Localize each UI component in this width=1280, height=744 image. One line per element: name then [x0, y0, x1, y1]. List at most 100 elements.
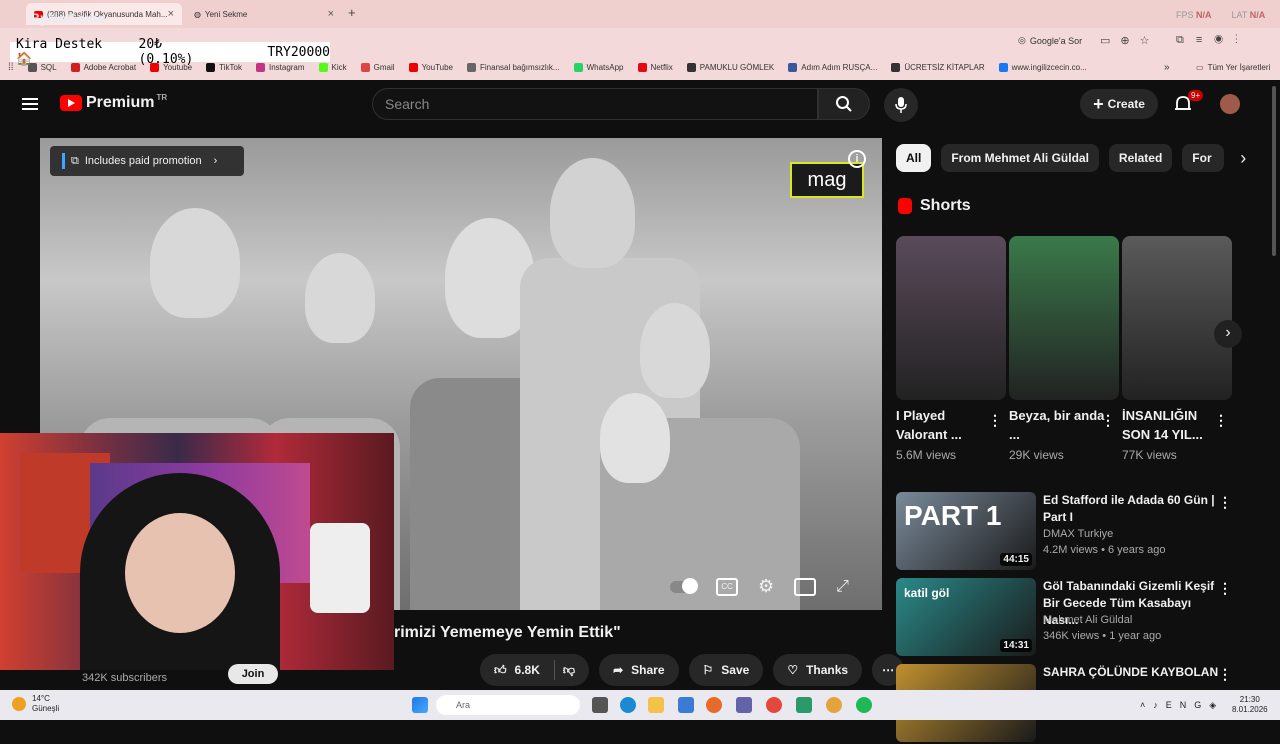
- bookmark-item[interactable]: Instagram: [255, 62, 305, 72]
- miniplayer-icon[interactable]: [794, 577, 817, 596]
- clock[interactable]: 21:30 8.01.2026: [1232, 695, 1268, 715]
- short-thumbnail[interactable]: [896, 236, 1006, 400]
- youtube-header: Premium TR Search + Create 9+: [0, 80, 1280, 130]
- apps-icon[interactable]: ⁞⁞: [8, 62, 14, 73]
- paid-promotion-badge[interactable]: ⧉ Includes paid promotion ›: [50, 146, 244, 176]
- bookmark-item[interactable]: Netflix: [637, 62, 673, 72]
- bookmark-item[interactable]: ÜCRETSİZ KİTAPLAR: [891, 62, 985, 72]
- like-button[interactable]: 👍︎ 6.8K 👎︎: [480, 654, 590, 686]
- streamer-webcam: [0, 433, 394, 670]
- recommended-video[interactable]: katil göl 14:31 Göl Tabanındaki Gizemli Ke…: [896, 578, 1266, 658]
- close-tab-icon[interactable]: ×: [168, 8, 174, 20]
- fullscreen-icon[interactable]: ⤢: [836, 578, 849, 596]
- player-controls: CC ⚙ ⤢: [670, 576, 849, 597]
- short-menu-icon[interactable]: ⋮: [1214, 412, 1228, 429]
- short-views: 77K views: [1122, 448, 1177, 462]
- settings-icon[interactable]: ⚙: [758, 576, 774, 597]
- video-thumbnail[interactable]: PART 1 44:15: [896, 492, 1036, 570]
- shorts-icon: [898, 198, 912, 214]
- bookmark-favicon-icon: [891, 62, 901, 72]
- all-bookmarks[interactable]: ▭ Tüm Yer İşaretleri: [1196, 63, 1270, 72]
- promotion-icon: ⧉: [71, 154, 79, 167]
- chevron-right-icon[interactable]: ›: [1240, 144, 1246, 172]
- autoplay-toggle[interactable]: [670, 577, 698, 594]
- channel-name[interactable]: DMAX Turkiye: [1043, 528, 1113, 540]
- bookmark-icon: ⚐: [702, 663, 714, 677]
- spotify-icon[interactable]: [856, 697, 872, 713]
- share-button[interactable]: ➦ Share: [599, 654, 679, 686]
- info-icon[interactable]: i: [848, 150, 866, 168]
- bookmark-favicon-icon: [318, 62, 328, 72]
- recommended-video[interactable]: PART 1 44:15 Ed Stafford ile Adada 60 Gün …: [896, 492, 1266, 572]
- chip-from-channel[interactable]: From Mehmet Ali Güldal: [941, 144, 1099, 172]
- short-title[interactable]: Beyza, bir anda ...: [1009, 406, 1105, 444]
- channel-name[interactable]: Mehmet Ali Güldal: [1043, 614, 1132, 626]
- filter-chips: All From Mehmet Ali Güldal Related For ›: [896, 144, 1246, 172]
- weather-icon: [12, 697, 26, 711]
- short-menu-icon[interactable]: ⋮: [988, 412, 1002, 429]
- address-actions[interactable]: ▭⊕☆: [1100, 34, 1159, 47]
- video-meta: 4.2M views • 6 years ago: [1043, 544, 1166, 556]
- bookmark-item[interactable]: WhatsApp: [573, 62, 624, 72]
- youtube-premium-logo[interactable]: Premium TR: [60, 93, 167, 112]
- new-tab-button[interactable]: +: [348, 5, 356, 20]
- task-view-icon[interactable]: [592, 697, 608, 713]
- chrome-icon[interactable]: [766, 697, 782, 713]
- scrollbar[interactable]: [1272, 86, 1276, 256]
- voice-search-button[interactable]: [884, 88, 918, 122]
- video-menu-icon[interactable]: ⋮: [1218, 580, 1232, 597]
- video-actions: 👍︎ 6.8K 👎︎ ➦ Share ⚐ Save ♡ Thanks ⋯: [480, 654, 905, 686]
- short-thumbnail[interactable]: [1122, 236, 1232, 400]
- more-bookmarks-icon[interactable]: »: [1164, 62, 1170, 73]
- chip-related[interactable]: Related: [1108, 144, 1173, 172]
- short-thumbnail[interactable]: [1009, 236, 1119, 400]
- short-title[interactable]: I Played Valorant ...: [896, 406, 992, 444]
- menu-icon[interactable]: [22, 98, 38, 110]
- taskbar-search[interactable]: Ara: [436, 695, 580, 715]
- bookmark-item[interactable]: Gmail: [360, 62, 395, 72]
- store-icon[interactable]: [678, 697, 694, 713]
- edge-icon[interactable]: [620, 697, 636, 713]
- thanks-button[interactable]: ♡ Thanks: [773, 654, 863, 686]
- search-input[interactable]: Search: [372, 88, 818, 120]
- bookmark-item[interactable]: Kick: [318, 62, 347, 72]
- tab-new[interactable]: ◍ Yeni Sekme ×: [186, 3, 342, 25]
- shorts-next-icon[interactable]: ›: [1214, 320, 1242, 348]
- search-button[interactable]: [818, 88, 870, 120]
- app-icon[interactable]: [796, 697, 812, 713]
- system-tray[interactable]: ˄♪ENG◈: [1140, 700, 1224, 711]
- video-title[interactable]: Ed Stafford ile Adada 60 Gün | Part I: [1043, 492, 1223, 526]
- firefox-icon[interactable]: [706, 697, 722, 713]
- captions-icon[interactable]: CC: [716, 577, 738, 596]
- avatar[interactable]: [1220, 94, 1240, 114]
- google-lens-button[interactable]: ◎ Google'a Sor: [1018, 35, 1082, 46]
- close-tab-icon[interactable]: ×: [328, 8, 334, 20]
- join-button[interactable]: Join: [228, 664, 278, 684]
- file-explorer-icon[interactable]: [648, 697, 664, 713]
- chrome-profile-icon[interactable]: [826, 697, 842, 713]
- chip-for-you[interactable]: For: [1182, 144, 1225, 172]
- bookmark-item[interactable]: YouTube: [408, 62, 453, 72]
- teams-icon[interactable]: [736, 697, 752, 713]
- video-title[interactable]: SAHRA ÇÖLÜNDE KAYBOLAN: [1043, 664, 1223, 681]
- browser-toolbar-icons[interactable]: ⧉≡◉⋮: [1176, 34, 1250, 47]
- bookmark-item[interactable]: PAMUKLU GÖMLEK: [686, 62, 774, 72]
- video-thumbnail[interactable]: katil göl 14:31: [896, 578, 1036, 656]
- chip-all[interactable]: All: [896, 144, 932, 172]
- donation-amount: 20₺ (0.10%): [138, 37, 194, 67]
- bookmark-item[interactable]: www.ingilizcecin.co...: [998, 62, 1087, 72]
- bookmark-item[interactable]: Adım Adım RUSÇA...: [788, 62, 877, 72]
- short-menu-icon[interactable]: ⋮: [1101, 412, 1115, 429]
- save-button[interactable]: ⚐ Save: [688, 654, 764, 686]
- bookmark-item[interactable]: Finansal bağımsızlık...: [467, 62, 560, 72]
- short-title[interactable]: İNSANLIĞIN SON 14 YIL...: [1122, 406, 1218, 444]
- thumbs-down-icon[interactable]: 👎︎: [563, 663, 575, 678]
- start-button[interactable]: [412, 697, 428, 713]
- stream-brand-logo: ByNoGame: [30, 10, 106, 26]
- video-menu-icon[interactable]: ⋮: [1218, 666, 1232, 683]
- create-button[interactable]: + Create: [1080, 89, 1158, 119]
- weather-widget[interactable]: 14°C Güneşli: [12, 694, 59, 714]
- notifications-button[interactable]: 9+: [1174, 90, 1204, 119]
- video-menu-icon[interactable]: ⋮: [1218, 494, 1232, 511]
- video-duration: 14:31: [1000, 639, 1032, 652]
